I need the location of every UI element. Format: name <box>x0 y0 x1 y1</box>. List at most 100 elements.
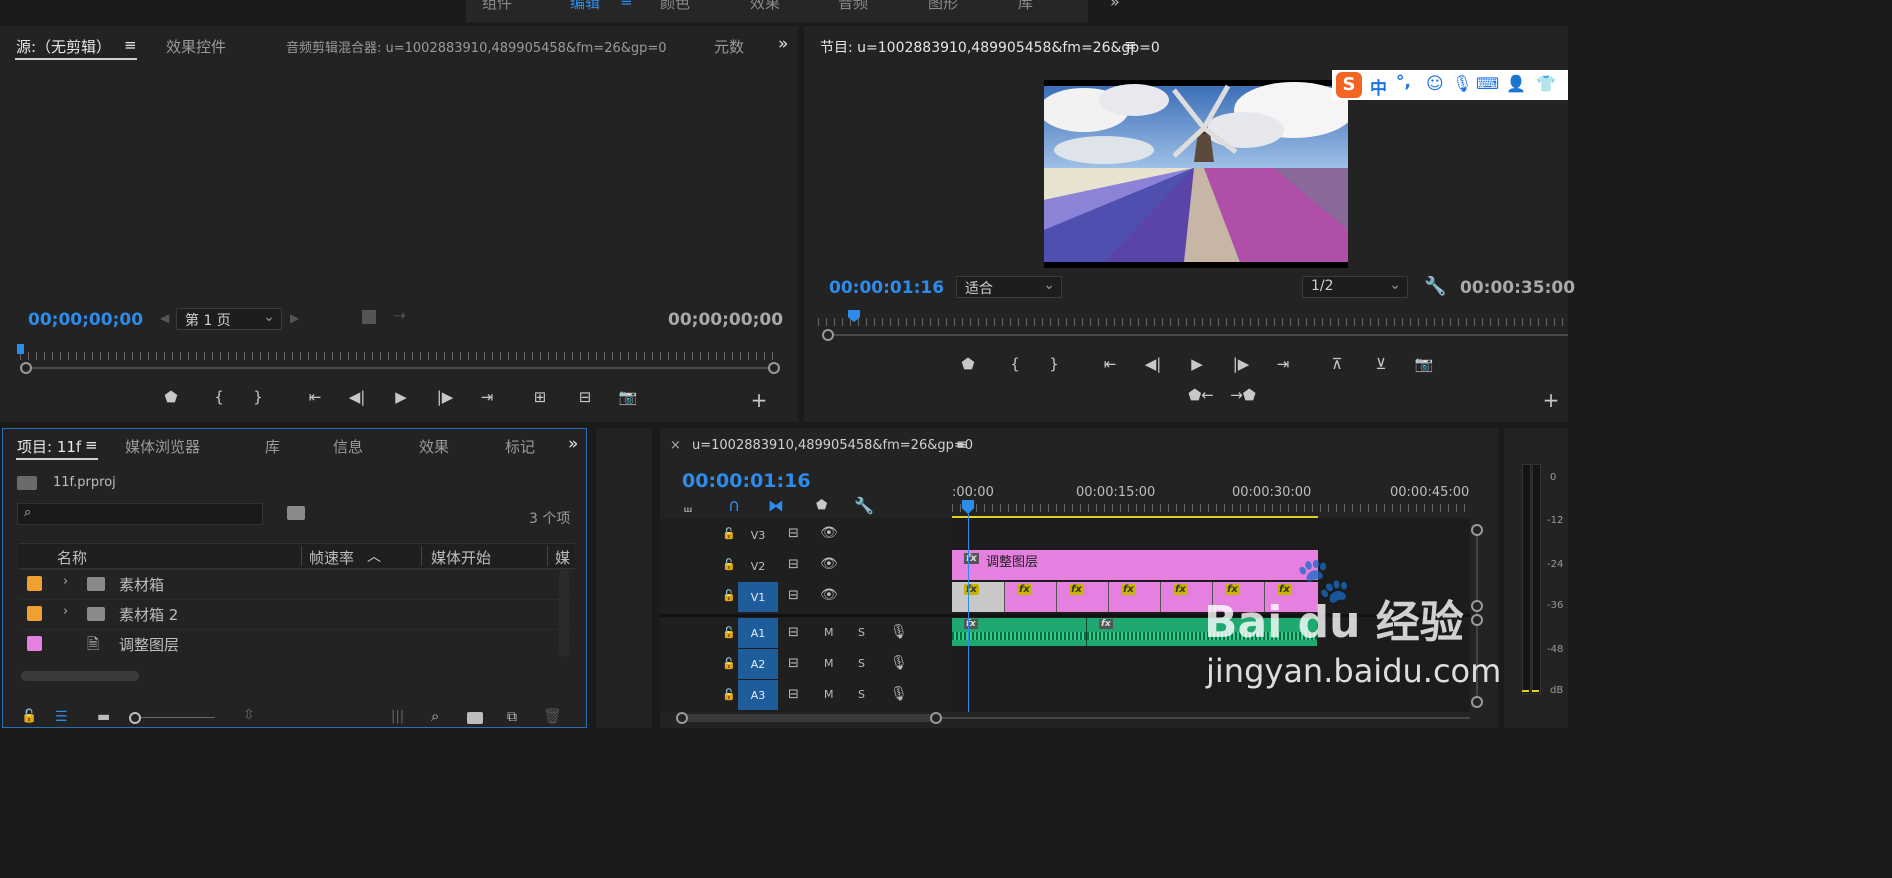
vertical-scrollbar[interactable] <box>559 569 569 657</box>
label-color-swatch[interactable] <box>27 636 42 651</box>
clip-fx-badge[interactable]: fx <box>964 619 978 629</box>
icon-view-icon[interactable]: ▬ <box>97 709 110 725</box>
automate-icon[interactable]: ||| <box>391 709 404 724</box>
workspace-tab-libraries[interactable]: 库 <box>1018 0 1033 13</box>
clip-fx-badge[interactable]: fx <box>1277 584 1292 595</box>
add-marker-icon[interactable]: ⬟ <box>957 355 979 373</box>
clip-fx-badge[interactable]: fx <box>1173 584 1188 595</box>
video-clip[interactable]: fx <box>1161 582 1213 612</box>
play-icon[interactable]: ▶ <box>1186 355 1208 373</box>
prev-page-icon[interactable]: ◀ <box>160 311 169 325</box>
track-lock-icon[interactable]: 🔓 <box>722 558 736 571</box>
label-color-swatch[interactable] <box>27 606 42 621</box>
track-sync-icon[interactable]: ⊟ <box>788 557 799 572</box>
new-search-bin-icon[interactable] <box>287 506 305 520</box>
compare-next-icon[interactable]: →⬟ <box>1228 386 1258 404</box>
clip-fx-badge[interactable]: fx <box>964 553 979 564</box>
voiceover-mic-icon[interactable]: 🎙 <box>890 686 908 702</box>
insert-icon[interactable]: ⊞ <box>529 388 551 406</box>
track-a3-target[interactable]: A3 <box>738 680 778 710</box>
source-zoom-right-handle[interactable] <box>768 362 780 374</box>
extract-icon[interactable]: ⊻ <box>1370 355 1392 373</box>
video-clip[interactable]: fx <box>952 582 1005 612</box>
go-to-in-icon[interactable]: ⇤ <box>1099 355 1121 373</box>
go-to-out-icon[interactable]: ⇥ <box>1272 355 1294 373</box>
source-timecode[interactable]: 00;00;00;00 <box>28 310 143 330</box>
mute-button[interactable]: M <box>824 626 834 639</box>
sort-icon[interactable]: ⇳ <box>243 707 255 723</box>
timeline-playhead-line[interactable] <box>968 514 969 712</box>
horizontal-scrollbar[interactable] <box>21 671 139 681</box>
track-lock-icon[interactable]: 🔓 <box>722 688 736 701</box>
find-icon[interactable]: ⌕ <box>431 707 439 725</box>
timeline-menu-icon[interactable]: ≡ <box>956 437 968 453</box>
track-v3-target[interactable]: V3 <box>738 520 778 550</box>
col-name[interactable]: 名称 <box>57 547 87 568</box>
tab-info[interactable]: 信息 <box>333 436 363 457</box>
sogou-logo[interactable]: S <box>1336 72 1362 98</box>
track-sync-icon[interactable]: ⊟ <box>788 687 799 702</box>
track-lock-icon[interactable]: 🔓 <box>722 657 736 670</box>
mark-out-icon[interactable]: } <box>1043 355 1065 373</box>
new-item-icon[interactable]: ⧉ <box>507 709 517 725</box>
project-overflow-icon[interactable]: » <box>568 434 578 454</box>
program-zoom-left-handle[interactable] <box>822 329 834 341</box>
safe-margins-icon[interactable] <box>362 310 376 324</box>
clip-fx-badge[interactable]: fx <box>1225 584 1240 595</box>
tab-audio-clip-mixer[interactable]: 音频剪辑混合器: u=1002883910,489905458&fm=26&gp… <box>286 37 667 56</box>
track-eye-icon[interactable]: 👁 <box>820 525 838 541</box>
next-page-icon[interactable]: ▶ <box>290 311 299 325</box>
tab-project[interactable]: 项目: 11f <box>17 436 81 457</box>
skin-icon[interactable]: 👕 <box>1536 74 1556 93</box>
project-menu-icon[interactable]: ≡ <box>85 436 98 454</box>
source-zoom-left-handle[interactable] <box>20 362 32 374</box>
snap-magnet-icon[interactable]: ∩ <box>728 496 740 516</box>
go-to-out-icon[interactable]: ⇥ <box>476 388 498 406</box>
video-clip[interactable]: fx <box>1057 582 1109 612</box>
workspace-tab-audio[interactable]: 音频 <box>838 0 868 13</box>
clip-fx-badge[interactable]: fx <box>1017 584 1032 595</box>
export-frame-icon[interactable]: 📷 <box>617 388 639 406</box>
button-editor-icon[interactable]: + <box>1540 388 1562 412</box>
smiley-icon[interactable]: ☺ <box>1426 74 1444 94</box>
list-item[interactable]: › 素材箱 2 <box>19 599 571 629</box>
trim-icon[interactable]: ⇢ <box>394 308 406 324</box>
step-forward-icon[interactable]: |▶ <box>434 388 456 406</box>
timeline-timecode[interactable]: 00:00:01:16 <box>682 470 811 492</box>
clip-fx-badge[interactable]: fx <box>964 584 979 595</box>
microphone-icon[interactable]: 🎙 <box>1452 74 1472 93</box>
video-clip[interactable]: fx <box>1265 582 1318 612</box>
video-clip[interactable]: fx <box>1109 582 1161 612</box>
workspace-more-icon[interactable]: » <box>1110 0 1120 11</box>
list-item[interactable]: › 素材箱 <box>19 569 571 599</box>
mark-in-icon[interactable]: { <box>208 388 230 406</box>
track-sync-icon[interactable]: ⊟ <box>788 526 799 541</box>
track-a2-target[interactable]: A2 <box>738 649 778 679</box>
linked-selection-icon[interactable]: ⧓ <box>768 496 784 515</box>
tab-libraries[interactable]: 库 <box>265 436 280 457</box>
track-sync-icon[interactable]: ⊟ <box>788 656 799 671</box>
add-marker-icon[interactable]: ⬟ <box>816 498 827 513</box>
mark-in-icon[interactable]: { <box>1004 355 1026 373</box>
track-lock-icon[interactable]: 🔓 <box>722 527 736 540</box>
source-time-ruler[interactable] <box>20 352 778 360</box>
step-back-icon[interactable]: ◀| <box>1142 355 1164 373</box>
ime-lang-toggle[interactable]: 中 <box>1370 74 1387 99</box>
voiceover-mic-icon[interactable]: 🎙 <box>890 655 908 671</box>
program-title[interactable]: 节目: u=1002883910,489905458&fm=26&gp=0 <box>820 37 1160 57</box>
step-back-icon[interactable]: ◀| <box>346 388 368 406</box>
col-media-start[interactable]: 媒体开始 <box>431 547 491 568</box>
vscroll-mid-handle[interactable] <box>1471 614 1483 626</box>
timeline-zoom-bar[interactable] <box>682 714 938 722</box>
mute-button[interactable]: M <box>824 657 834 670</box>
sequence-title[interactable]: u=1002883910,489905458&fm=26&gp=0 <box>692 438 973 453</box>
workspace-tab-effects[interactable]: 效果 <box>750 0 780 13</box>
workspace-tab-graphics[interactable]: 图形 <box>928 0 958 13</box>
overwrite-icon[interactable]: ⊟ <box>574 388 596 406</box>
tab-effect-controls[interactable]: 效果控件 <box>166 36 226 57</box>
vscroll-bottom-handle[interactable] <box>1471 696 1483 708</box>
workspace-menu-icon[interactable]: ≡ <box>620 0 633 10</box>
clip-fx-badge[interactable]: fx <box>1121 584 1136 595</box>
mute-button[interactable]: M <box>824 688 834 701</box>
expand-chevron-icon[interactable]: › <box>63 574 68 589</box>
